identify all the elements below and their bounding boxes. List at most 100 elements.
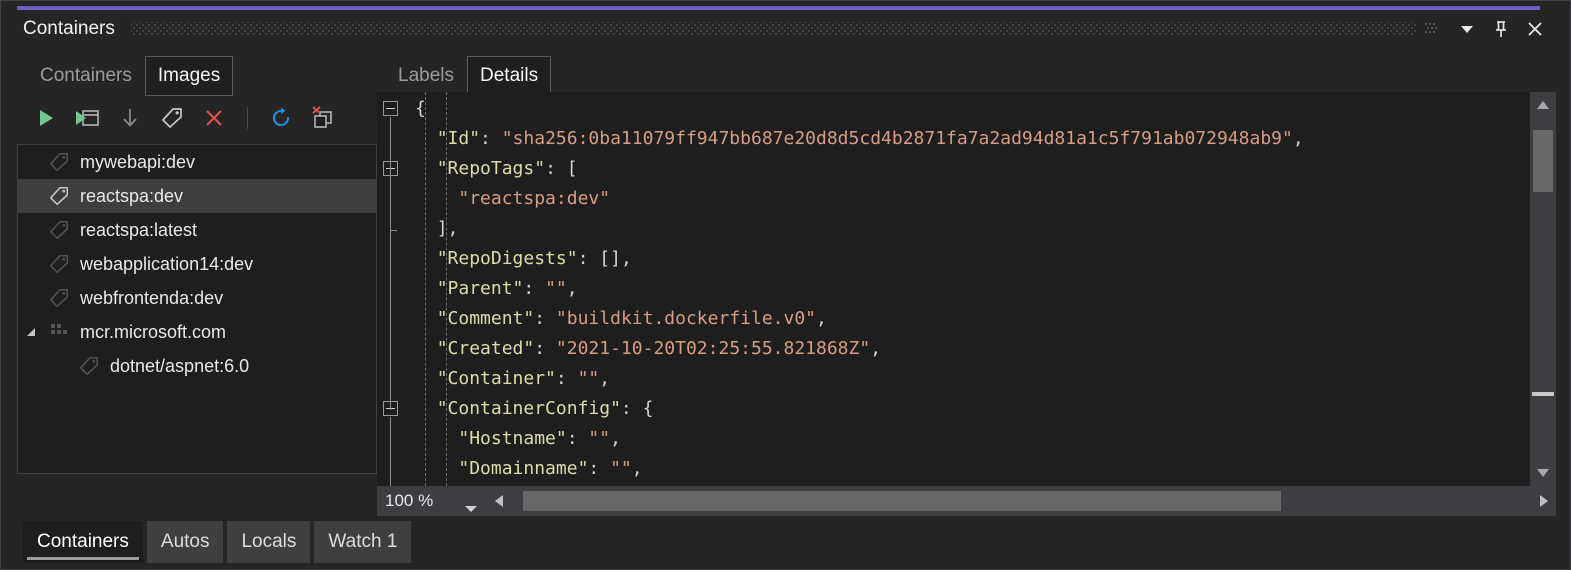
drag-handle-dots-icon[interactable] [130,22,1416,36]
tag-icon [44,219,74,241]
json-code[interactable]: { "Id": "sha256:0ba11079ff947bb687e20d8d… [407,92,1556,486]
tree-item-webapplication14-dev[interactable]: webapplication14:dev [18,247,376,281]
fold-collapse-icon[interactable] [383,101,398,116]
fold-connector [390,177,391,230]
bottom-tab-locals[interactable]: Locals [227,521,311,563]
remove-icon[interactable] [199,103,229,133]
tag-icon [44,151,74,173]
tag-icon [44,185,74,207]
tree-item-mywebapi-dev[interactable]: mywebapi:dev [18,145,376,179]
code-line: "Domainname": "", [458,458,643,479]
tree-item-mcr-microsoft-com[interactable]: mcr.microsoft.com [18,315,376,349]
tree-item-label: mywebapi:dev [80,151,196,172]
tag-icon[interactable] [157,103,187,133]
code-line: "Id": "sha256:0ba11079ff947bb687e20d8d5c… [436,128,1304,149]
code-line: "Hostname": "", [458,428,621,449]
registry-icon [44,322,74,342]
horizontal-scroll-track[interactable] [511,486,1532,516]
right-pane-tabstrip: Labels Details [377,48,1556,96]
bottom-tab-containers[interactable]: Containers [23,521,143,563]
tab-details[interactable]: Details [467,56,552,96]
bottom-tab-label: Containers [37,531,129,552]
toolbar-separator [247,107,248,129]
bottom-tab-label: Watch 1 [328,531,398,552]
run-interactive-icon[interactable] [73,103,103,133]
tree-item-label: mcr.microsoft.com [80,321,227,342]
tab-images[interactable]: Images [144,56,234,96]
tree-item-label: reactspa:latest [80,219,198,240]
horizontal-scroll-thumb[interactable] [523,491,1281,511]
code-line: "RepoDigests": [], [436,248,632,269]
tab-details-label: Details [480,65,539,86]
code-line: "ContainerConfig": { [436,398,654,419]
code-line: "RepoTags": [ [436,158,578,179]
tree-item-reactspa-dev[interactable]: reactspa:dev [18,179,376,213]
tab-images-label: Images [157,65,221,86]
pin-icon[interactable] [1484,14,1518,44]
tree-item-label: webfrontenda:dev [80,287,224,308]
chevron-down-icon[interactable] [465,498,477,518]
bottom-tab-label: Locals [241,531,297,552]
bottom-tab-label: Autos [160,531,210,552]
images-pane: Containers Images mywebapi:dev reactspa:… [17,48,377,516]
title-bar: Containers [17,10,1556,48]
scroll-right-icon[interactable] [1532,486,1556,516]
vertical-scrollbar[interactable] [1530,92,1556,486]
scroll-up-icon[interactable] [1530,92,1556,118]
tab-containers-label: Containers [40,65,132,86]
editor-status-row: 100 % [377,486,1556,516]
tree-item-webfrontenda-dev[interactable]: webfrontenda:dev [18,281,376,315]
scroll-left-icon[interactable] [487,486,511,516]
indent-guide [446,92,448,486]
code-line: "Parent": "", [436,278,578,299]
close-icon[interactable] [1518,14,1552,44]
scroll-down-icon[interactable] [1530,460,1556,486]
tab-labels-label: Labels [398,65,454,86]
zoom-level-value: 100 % [385,491,434,510]
window-menu-dots-icon[interactable] [1416,14,1450,44]
tab-containers[interactable]: Containers [27,56,145,96]
vertical-scroll-track[interactable] [1530,118,1556,460]
tag-icon [44,287,74,309]
images-toolbar [17,96,377,140]
code-line: "reactspa:dev" [458,188,611,209]
code-line: { [415,98,426,119]
prune-icon[interactable] [308,103,338,133]
tree-item-reactspa-latest[interactable]: reactspa:latest [18,213,376,247]
code-line: "Comment": "buildkit.dockerfile.v0", [436,308,827,329]
tree-item-label: reactspa:dev [80,185,184,206]
tree-item-label: dotnet/aspnet:6.0 [110,355,250,376]
images-tree[interactable]: mywebapi:dev reactspa:dev reactspa:latest w… [17,144,377,474]
tag-icon [44,253,74,275]
fold-connector [390,117,391,410]
vertical-scroll-thumb[interactable] [1533,130,1553,192]
bottom-tabstrip: Containers Autos Locals Watch 1 [17,521,1556,563]
fold-connector-end [390,230,397,231]
tab-labels[interactable]: Labels [385,56,467,96]
bottom-tab-watch-1[interactable]: Watch 1 [314,521,412,563]
bottom-tab-autos[interactable]: Autos [146,521,224,563]
json-editor-area[interactable]: { "Id": "sha256:0ba11079ff947bb687e20d8d… [377,92,1556,486]
run-icon[interactable] [31,103,61,133]
scroll-marker [1532,392,1554,396]
tag-icon [74,355,104,377]
zoom-level-dropdown[interactable]: 100 % [377,486,487,516]
tree-item-label: webapplication14:dev [80,253,254,274]
fold-gutter[interactable] [377,92,407,486]
left-pane-tabstrip: Containers Images [17,48,377,96]
details-editor: { "Id": "sha256:0ba11079ff947bb687e20d8d… [377,92,1556,516]
window-controls [1416,14,1556,44]
images-tree-rows: mywebapi:dev reactspa:dev reactspa:latest w… [18,145,376,383]
pull-icon[interactable] [115,103,145,133]
chevron-down-icon[interactable] [1450,14,1484,44]
tool-window-content: Containers Images mywebapi:dev reactspa:… [17,48,1556,516]
tree-item-dotnet-aspnet-6-0[interactable]: dotnet/aspnet:6.0 [18,349,376,383]
refresh-icon[interactable] [266,103,296,133]
code-line: "Created": "2021-10-20T02:25:55.821868Z"… [436,338,882,359]
fold-connector [390,417,391,486]
page-title: Containers [23,18,115,39]
details-pane: Labels Details { "Id": "sha256:0ba11079f… [377,48,1556,516]
containers-tool-window: Containers Containers Images mywebapi:de… [0,0,1571,570]
tree-expander-icon[interactable] [18,325,44,339]
code-line: "Container": "", [436,368,611,389]
